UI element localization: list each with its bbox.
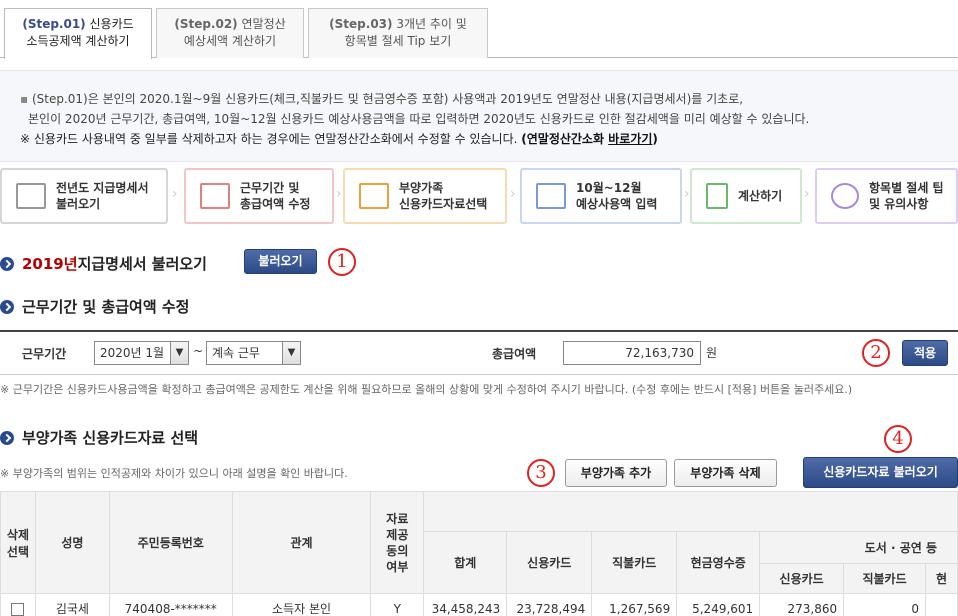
calculator-icon	[706, 183, 728, 209]
load-card-data-button[interactable]: 신용카드자료 불러오기	[803, 457, 958, 488]
th-relation: 관계	[231, 491, 372, 594]
cell-relation: 소득자 본인	[231, 593, 372, 616]
salary-label: 총급여액	[492, 347, 537, 361]
row-delete-checkbox[interactable]	[11, 602, 25, 616]
work-period-note: ※ 근무기간은 신용카드사용금액을 확정하고 총급여액은 공제한도 계산을 위해…	[0, 383, 853, 396]
cell-rrn: 740408-*******	[108, 593, 233, 616]
chevron-right-icon: ›	[172, 186, 178, 202]
arrow-bullet-icon	[0, 430, 14, 445]
cell-debit: 1,267,569	[591, 593, 678, 616]
dependents-note: ※ 부양가족의 범위는 인적공제와 차이가 있으니 아래 설명을 확인 바랍니다…	[0, 467, 348, 480]
cell-consent: Y	[370, 593, 425, 616]
th-debit: 직불카드	[591, 531, 678, 594]
cell-cash: 5,249,601	[676, 593, 761, 616]
arrow-bullet-icon	[0, 256, 14, 271]
shortcut-link[interactable]: 바로가기	[608, 132, 652, 146]
flow-step-prev-statement: 전년도 지급명세서 불러오기	[0, 168, 168, 224]
section-title: 지급명세서 불러오기	[77, 255, 207, 273]
flow-step-expected-usage: 10월~12월 예상사용액 입력	[520, 168, 682, 224]
process-flow: 전년도 지급명세서 불러오기 › 근무기간 및 총급여액 수정 › 부양가족 신용카드…	[0, 168, 958, 224]
start-month-select[interactable]: 2020년 1월 ▼	[94, 341, 189, 365]
cell-books-cash	[924, 593, 958, 616]
load-statement-button[interactable]: 불러오기	[244, 249, 317, 274]
tab-title: 신용카드	[89, 17, 134, 31]
info-line-1: ▪ (Step.01)은 본인의 2020.1월~9월 신용카드(체크,직불카드…	[20, 92, 744, 106]
calendar-icon	[16, 183, 46, 209]
cell-name: 김국세	[34, 593, 110, 616]
info-line-3: ※ 신용카드 사용내역 중 일부를 삭제하고자 하는 경우에는 연말정산간소화에…	[20, 132, 658, 146]
section-work-period: 근무기간 및 총급여액 수정	[0, 296, 189, 317]
th-books-debit: 직불카드	[843, 563, 926, 594]
tab-step-label: (Step.01)	[22, 17, 86, 31]
th-group-spacer	[423, 491, 958, 532]
marker-1: 1	[328, 248, 356, 276]
tab-subtitle: 항목별 절세 Tip 보기	[344, 34, 452, 48]
apply-button[interactable]: 적용	[902, 340, 948, 366]
flow-step-work-period: 근무기간 및 총급여액 수정	[184, 168, 334, 224]
salary-unit: 원	[706, 346, 718, 360]
th-cash: 현금영수증	[676, 531, 761, 594]
section-prev-statement: 2019년 지급명세서 불러오기	[0, 253, 207, 274]
th-books-cash: 현	[924, 563, 958, 594]
work-period-row: 근무기간 2020년 1월 ▼ ~ 계속 근무 ▼ 총급여액 72,163,73…	[0, 330, 958, 375]
section-dependents: 부양가족 신용카드자료 선택	[0, 427, 198, 448]
section-title: 부양가족 신용카드자료 선택	[22, 429, 199, 447]
calendar-grid-icon	[200, 183, 230, 209]
chevron-down-icon: ▼	[282, 342, 300, 364]
tab-step-01[interactable]: (Step.01) 신용카드 소득공제액 계산하기	[4, 8, 152, 59]
th-total: 합계	[423, 531, 508, 594]
th-books-credit: 신용카드	[759, 563, 845, 594]
th-delete-select: 삭제 선택	[0, 491, 36, 594]
tab-step-label: (Step.02)	[174, 17, 238, 31]
cell-books-credit: 273,860	[759, 593, 845, 616]
marker-2: 2	[862, 339, 890, 367]
section-title: 근무기간 및 총급여액 수정	[22, 298, 190, 316]
th-rrn: 주민등록번호	[108, 491, 233, 594]
tilde: ~	[193, 344, 204, 358]
end-period-select[interactable]: 계속 근무 ▼	[206, 341, 301, 365]
flow-step-dependents: 부양가족 신용카드자료선택	[343, 168, 507, 224]
period-label: 근무기간	[22, 347, 67, 361]
tab-subtitle: 소득공제액 계산하기	[26, 34, 130, 48]
cell-credit: 23,728,494	[506, 593, 593, 616]
step-tabs: (Step.01) 신용카드 소득공제액 계산하기 (Step.02) 연말정산…	[0, 0, 958, 59]
th-name: 성명	[34, 491, 110, 594]
delete-dependent-button[interactable]: 부양가족 삭제	[674, 459, 777, 487]
arrow-bullet-icon	[0, 299, 14, 314]
tip-icon	[831, 183, 859, 209]
salary-input[interactable]: 72,163,730	[563, 341, 701, 365]
chevron-right-icon: ›	[510, 186, 516, 202]
chevron-right-icon: ›	[804, 186, 810, 202]
tab-step-label: (Step.03)	[329, 17, 393, 31]
info-line-2: 본인이 2020년 근무기간, 총급여액, 10월~12월 신용카드 예상사용금…	[28, 112, 810, 126]
cell-total: 34,458,243	[423, 593, 508, 616]
marker-4: 4	[884, 425, 912, 453]
table-row: 김국세 740408-******* 소득자 본인 Y 34,458,243 2…	[0, 593, 958, 616]
tab-subtitle: 예상세액 계산하기	[183, 34, 277, 48]
flow-step-tips: 항목별 절세 팁및 유의사항	[815, 168, 958, 224]
tab-step-02[interactable]: (Step.02) 연말정산 예상세액 계산하기	[156, 8, 304, 58]
tab-step-03[interactable]: (Step.03) 3개년 추이 및 항목별 절세 Tip 보기	[308, 8, 488, 58]
add-dependent-button[interactable]: 부양가족 추가	[565, 459, 667, 487]
tab-title: 3개년 추이 및	[396, 17, 467, 31]
marker-3: 3	[527, 459, 555, 487]
info-box: ▪ (Step.01)은 본인의 2020.1월~9월 신용카드(체크,직불카드…	[0, 70, 958, 162]
th-credit: 신용카드	[506, 531, 593, 594]
tab-title: 연말정산	[241, 17, 286, 31]
th-consent: 자료 제공 동의 여부	[370, 491, 425, 594]
flow-step-calculate: 계산하기	[690, 168, 802, 224]
cell-books-debit: 0	[843, 593, 926, 616]
section-year: 2019년	[22, 255, 78, 273]
monitor-icon	[359, 183, 389, 209]
card-data-table: 삭제 선택 성명 주민등록번호 관계 자료 제공 동의 여부 합계 신용카드 직…	[0, 491, 958, 616]
card-icon	[536, 183, 566, 209]
th-books-group: 도서 · 공연 등	[759, 531, 958, 564]
chevron-down-icon: ▼	[170, 342, 188, 364]
